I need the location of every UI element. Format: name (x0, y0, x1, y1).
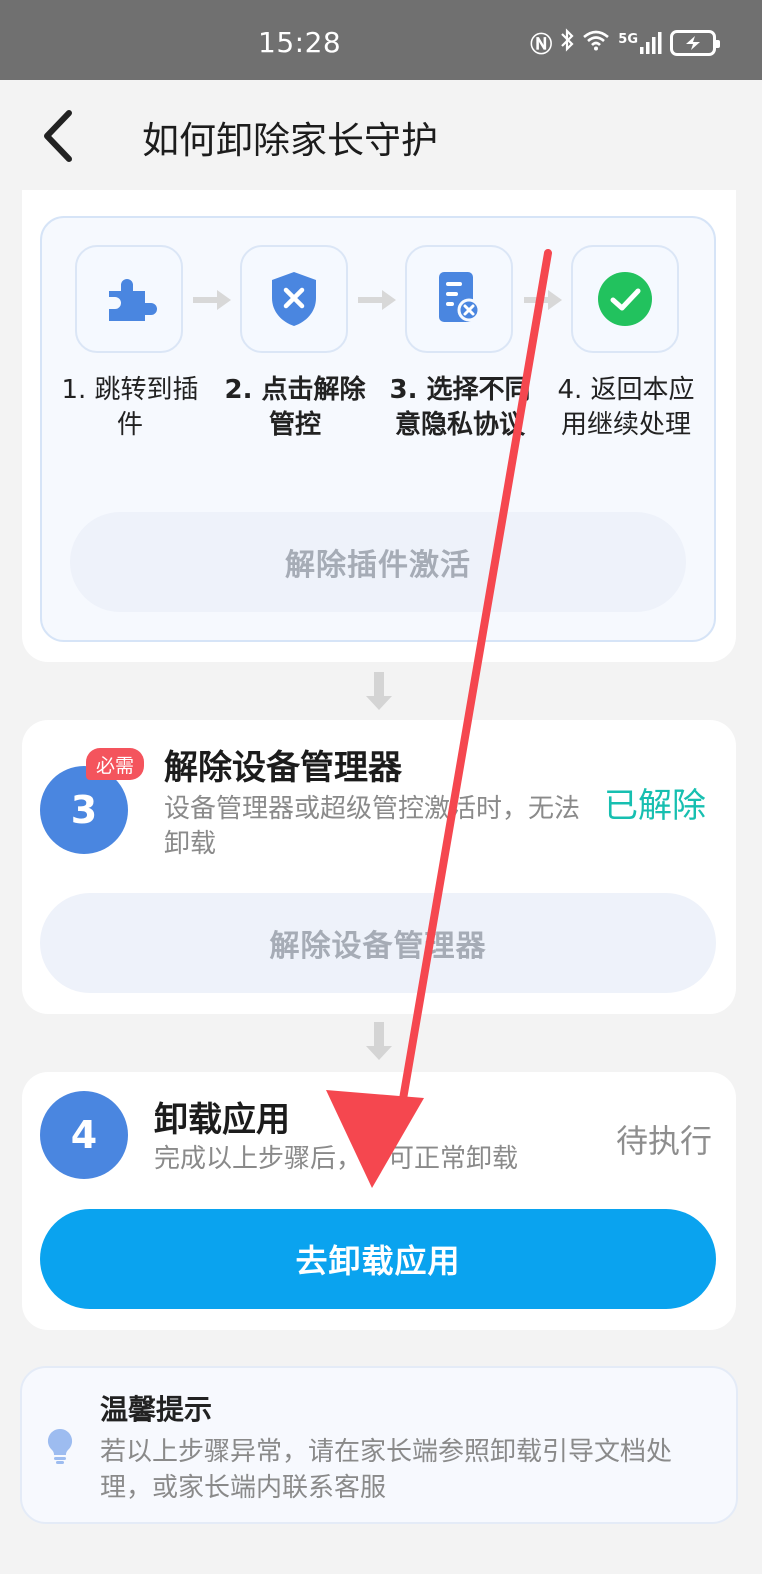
battery-icon (670, 30, 720, 56)
deactivate-plugin-button[interactable]: 解除插件激活 (70, 512, 686, 612)
arrow-right-icon (524, 290, 562, 310)
device-admin-title: 解除设备管理器 (164, 748, 402, 788)
lightbulb-icon (47, 1428, 73, 1464)
chevron-left-icon (44, 110, 72, 162)
step-label: 4. 返回本应用继续处理 (557, 375, 695, 440)
step-label: 1. 跳转到插件 (61, 375, 199, 440)
cellular-icon: 5G (618, 32, 662, 54)
step-item: 2. 点击解除管控 (224, 245, 366, 440)
step-number-circle: 4 (40, 1091, 128, 1179)
step-tile (405, 245, 513, 353)
wifi-icon (582, 29, 610, 57)
nav-bar: 如何卸除家长守护 (0, 80, 762, 190)
step-tile (240, 245, 348, 353)
device-admin-description: 设备管理器或超级管控激活时，无法卸载 (164, 794, 581, 859)
status-icons: Ⓝ 5G (530, 27, 720, 59)
step-label: 3. 选择不同意隐私协议 (389, 375, 531, 440)
check-circle-icon (598, 272, 652, 326)
step-tile (571, 245, 679, 353)
tips-text: 若以上步骤异常，请在家长端参照卸载引导文档处理，或家长端内联系客服 (100, 1437, 673, 1503)
uninstall-status: 待执行 (616, 1122, 713, 1160)
network-type: 5G (618, 32, 638, 47)
step-tile (75, 245, 183, 353)
device-admin-status: 已解除 (604, 786, 706, 826)
nfc-icon: Ⓝ (530, 33, 553, 58)
puzzle-icon (109, 279, 157, 321)
arrow-down-icon (366, 1022, 392, 1060)
tips-title: 温馨提示 (100, 1393, 213, 1426)
go-uninstall-button[interactable]: 去卸载应用 (40, 1209, 716, 1309)
shield-x-icon (272, 272, 316, 326)
arrow-right-icon (358, 290, 396, 310)
remove-device-admin-button[interactable]: 解除设备管理器 (40, 893, 716, 993)
arrow-down-icon (366, 672, 392, 710)
page-title: 如何卸除家长守护 (142, 119, 438, 162)
step-item: 4. 返回本应用继续处理 (557, 245, 695, 440)
status-bar: 15:28 Ⓝ 5G (0, 0, 762, 80)
document-x-icon (439, 272, 481, 322)
step-item: 3. 选择不同意隐私协议 (389, 245, 531, 440)
step-item: 1. 跳转到插件 (61, 245, 199, 440)
back-button[interactable] (30, 104, 86, 168)
step-label: 2. 点击解除管控 (224, 375, 366, 440)
uninstall-title: 卸载应用 (154, 1100, 290, 1140)
uninstall-description: 完成以上步骤后，即可正常卸载 (154, 1144, 519, 1174)
required-badge: 必需 (86, 748, 145, 780)
arrow-right-icon (193, 290, 231, 310)
bluetooth-icon (560, 28, 574, 58)
status-time: 15:28 (258, 26, 342, 59)
